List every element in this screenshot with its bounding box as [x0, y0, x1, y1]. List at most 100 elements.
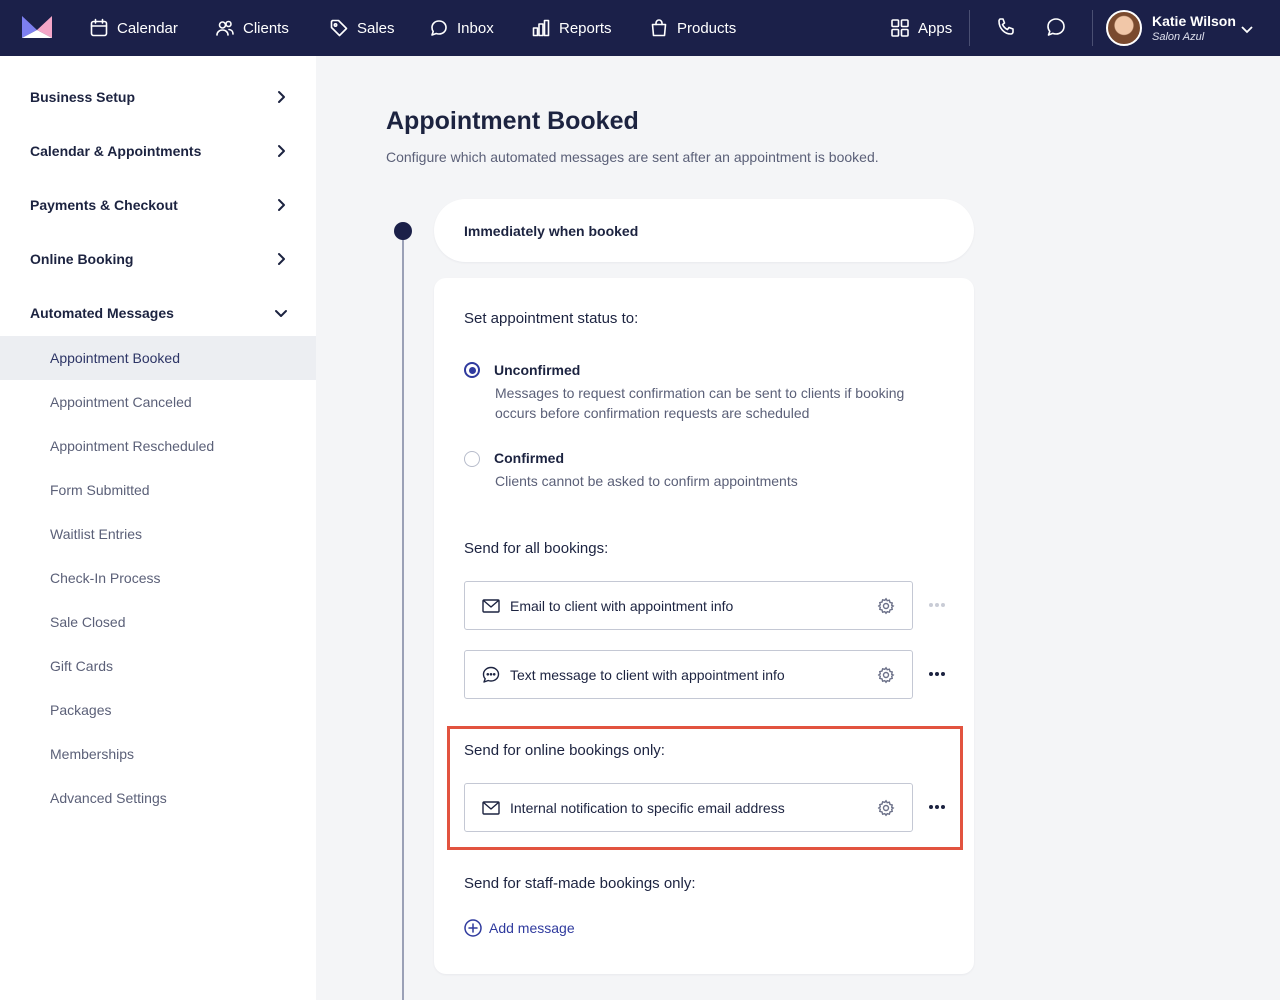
message-row-text-client[interactable]: Text message to client with appointment … — [464, 650, 913, 699]
sidebar-item-advanced-settings[interactable]: Advanced Settings — [0, 776, 316, 820]
sidebar-item-label: Waitlist Entries — [50, 526, 143, 542]
sidebar-item-appointment-rescheduled[interactable]: Appointment Rescheduled — [0, 424, 316, 468]
add-message-label: Add message — [489, 920, 575, 936]
page-title: Appointment Booked — [386, 107, 639, 135]
radio-unconfirmed-label: Unconfirmed — [494, 362, 581, 378]
chevron-down-icon — [1240, 22, 1254, 36]
nav-inbox-label: Inbox — [457, 19, 494, 37]
nav-products-label: Products — [677, 19, 737, 37]
settings-sidebar: Business Setup Calendar & Appointments P… — [0, 56, 316, 1000]
sidebar-item-waitlist-entries[interactable]: Waitlist Entries — [0, 512, 316, 556]
message-row-email-client[interactable]: Email to client with appointment info — [464, 581, 913, 630]
chat-icon — [481, 665, 501, 685]
more-options-button[interactable] — [926, 595, 948, 615]
nav-calendar-label: Calendar — [117, 19, 178, 37]
user-name: Katie Wilson — [1152, 12, 1236, 29]
clients-icon — [216, 20, 234, 36]
radio-unconfirmed-description: Messages to request confirmation can be … — [495, 385, 905, 421]
sidebar-item-label: Gift Cards — [50, 658, 114, 674]
brand-logo[interactable] — [22, 16, 52, 38]
sidebar-item-appointment-booked[interactable]: Appointment Booked — [0, 336, 316, 380]
message-label: Text message to client with appointment … — [510, 667, 785, 683]
user-menu[interactable]: Katie Wilson Salon Azul — [1106, 10, 1253, 46]
mail-icon — [481, 798, 501, 818]
sidebar-item-label: Appointment Rescheduled — [50, 438, 215, 454]
sidebar-item-label: Sale Closed — [50, 614, 126, 630]
sidebar-item-label: Advanced Settings — [50, 790, 167, 806]
apps-grid-icon — [891, 19, 909, 37]
reports-icon — [532, 19, 550, 37]
tag-icon — [330, 19, 348, 37]
nav-sales[interactable]: Sales — [329, 0, 395, 56]
user-org: Salon Azul — [1152, 30, 1205, 43]
chat-button[interactable] — [1045, 16, 1069, 40]
nav-apps-label: Apps — [918, 19, 953, 37]
sidebar-item-label: Form Submitted — [50, 482, 150, 498]
more-options-button[interactable] — [926, 664, 948, 684]
radio-confirmed-description: Clients cannot be asked to confirm appoi… — [495, 473, 798, 489]
sidebar-item-sale-closed[interactable]: Sale Closed — [0, 600, 316, 644]
sidebar-section-label: Business Setup — [30, 89, 136, 105]
sidebar-item-form-submitted[interactable]: Form Submitted — [0, 468, 316, 512]
inbox-icon — [431, 20, 447, 36]
sidebar-section-online-booking[interactable]: Online Booking — [0, 237, 316, 281]
sidebar-section-payments-checkout[interactable]: Payments & Checkout — [0, 183, 316, 227]
nav-sales-label: Sales — [357, 19, 395, 37]
sidebar-item-memberships[interactable]: Memberships — [0, 732, 316, 776]
radio-confirmed-label: Confirmed — [494, 450, 564, 466]
chevron-right-icon — [274, 144, 288, 158]
more-options-button[interactable] — [926, 797, 948, 817]
plus-circle-icon — [464, 919, 482, 937]
chevron-down-icon — [274, 306, 288, 320]
gear-icon[interactable] — [877, 597, 895, 615]
nav-inbox[interactable]: Inbox — [429, 0, 494, 56]
top-navigation: Calendar Clients Sales Inbox Reports Pro… — [0, 0, 1280, 56]
add-message-button[interactable]: Add message — [464, 919, 575, 937]
status-heading: Set appointment status to: — [464, 310, 639, 327]
sidebar-item-packages[interactable]: Packages — [0, 688, 316, 732]
phone-icon — [998, 18, 1014, 35]
nav-reports[interactable]: Reports — [531, 0, 612, 56]
nav-divider — [969, 10, 970, 46]
staff-bookings-heading: Send for staff-made bookings only: — [464, 875, 696, 892]
message-label: Email to client with appointment info — [510, 598, 734, 614]
sidebar-section-automated-messages[interactable]: Automated Messages — [0, 291, 316, 335]
sidebar-item-label: Check-In Process — [50, 570, 161, 586]
sidebar-item-label: Memberships — [50, 746, 135, 762]
radio-unconfirmed[interactable] — [464, 362, 480, 378]
nav-products[interactable]: Products — [649, 0, 736, 56]
sidebar-item-label: Appointment Canceled — [50, 394, 192, 410]
gear-icon[interactable] — [877, 666, 895, 684]
nav-divider — [1092, 10, 1093, 46]
all-bookings-heading: Send for all bookings: — [464, 540, 609, 557]
nav-apps[interactable]: Apps — [890, 0, 952, 56]
sidebar-item-check-in-process[interactable]: Check-In Process — [0, 556, 316, 600]
timeline-line — [402, 232, 404, 1000]
chevron-right-icon — [274, 252, 288, 266]
bag-icon — [651, 19, 667, 37]
calendar-icon — [90, 18, 108, 37]
gear-icon[interactable] — [877, 799, 895, 817]
nav-calendar[interactable]: Calendar — [89, 0, 178, 56]
nav-clients[interactable]: Clients — [215, 0, 289, 56]
sidebar-section-business-setup[interactable]: Business Setup — [0, 75, 316, 119]
sidebar-section-label: Calendar & Appointments — [30, 143, 202, 159]
timeline-dot — [394, 222, 412, 240]
online-bookings-heading: Send for online bookings only: — [464, 742, 665, 759]
sidebar-item-gift-cards[interactable]: Gift Cards — [0, 644, 316, 688]
sidebar-item-label: Packages — [50, 702, 112, 718]
phone-button[interactable] — [995, 16, 1019, 40]
message-row-internal-notification[interactable]: Internal notification to specific email … — [464, 783, 913, 832]
page-description: Configure which automated messages are s… — [386, 149, 879, 165]
radio-confirmed[interactable] — [464, 451, 480, 467]
trigger-label: Immediately when booked — [464, 222, 639, 239]
sidebar-item-label: Appointment Booked — [50, 350, 180, 366]
mail-icon — [481, 596, 501, 616]
chevron-right-icon — [274, 198, 288, 212]
trigger-card[interactable]: Immediately when booked — [434, 199, 974, 262]
sidebar-section-label: Online Booking — [30, 251, 134, 267]
sidebar-item-appointment-canceled[interactable]: Appointment Canceled — [0, 380, 316, 424]
sidebar-section-label: Payments & Checkout — [30, 197, 178, 213]
chevron-right-icon — [274, 90, 288, 104]
sidebar-section-calendar-appointments[interactable]: Calendar & Appointments — [0, 129, 316, 173]
